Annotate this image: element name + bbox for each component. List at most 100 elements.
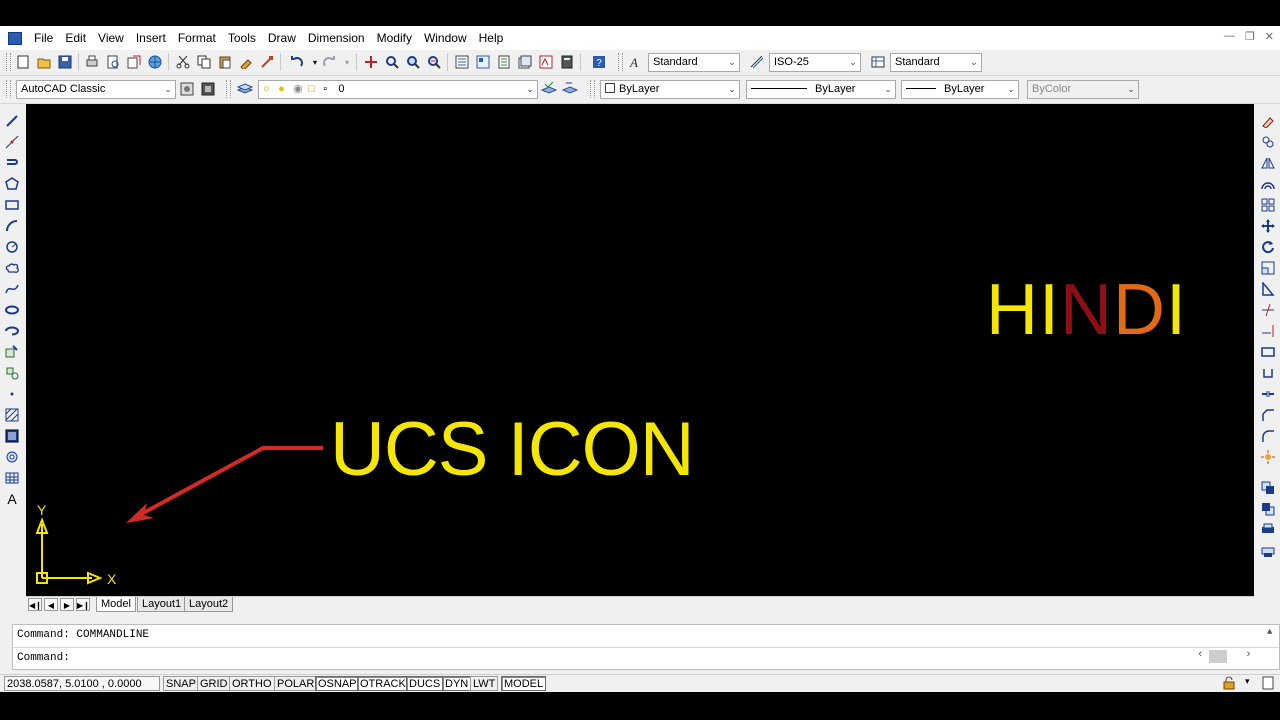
app-icon[interactable] [8,31,22,45]
undo-icon[interactable] [288,53,306,71]
tab-layout2[interactable]: Layout2 [184,597,234,612]
chamfer-icon[interactable] [1259,406,1277,424]
tab-model[interactable]: Model [96,597,136,612]
explode-icon[interactable] [1259,448,1277,466]
circle-icon[interactable] [3,238,21,256]
spline-icon[interactable] [3,280,21,298]
cut-icon[interactable] [174,53,192,71]
publish-web-icon[interactable] [146,53,164,71]
line-icon[interactable] [3,112,21,130]
otrack-toggle[interactable]: OTRACK [357,676,409,691]
break-at-point-icon[interactable] [1259,343,1277,361]
workspace-settings-icon[interactable] [178,80,196,98]
toolbar-grip[interactable] [6,80,11,98]
region-icon[interactable] [3,448,21,466]
lineweight-control-select[interactable]: ByLayer ⌄ [901,80,1019,99]
sheet-set-manager-icon[interactable] [516,53,534,71]
menu-view[interactable]: View [92,26,130,50]
status-menu-icon[interactable]: ▾ [1245,676,1250,687]
osnap-toggle[interactable]: OSNAP [315,676,360,691]
menu-tools[interactable]: Tools [222,26,262,50]
multiline-text-icon[interactable]: A [3,490,21,508]
toolbar-grip[interactable] [590,80,595,98]
scroll-left-icon[interactable]: ‹ [1197,649,1204,661]
grid-toggle[interactable]: GRID [197,676,231,691]
last-tab-icon[interactable]: ▶❙ [76,598,90,611]
menu-modify[interactable]: Modify [371,26,418,50]
menu-draw[interactable]: Draw [262,26,302,50]
construction-line-icon[interactable] [3,133,21,151]
copy-icon[interactable] [195,53,213,71]
save-icon[interactable] [56,53,74,71]
mirror-icon[interactable] [1259,154,1277,172]
my-workspace-icon[interactable] [199,80,217,98]
arc-icon[interactable] [3,217,21,235]
text-style-select[interactable]: Standard ⌄ [648,53,740,72]
rectangle-icon[interactable] [3,196,21,214]
open-icon[interactable] [35,53,53,71]
fillet-icon[interactable] [1259,427,1277,445]
table-style-select[interactable]: Standard ⌄ [890,53,982,72]
new-icon[interactable] [14,53,32,71]
match-properties-icon[interactable] [237,53,255,71]
send-under-objects-icon[interactable] [1259,542,1277,560]
stretch-icon[interactable] [1259,280,1277,298]
zoom-realtime-icon[interactable] [383,53,401,71]
minimize-icon[interactable]: — [1224,30,1235,43]
rotate-icon[interactable] [1259,238,1277,256]
design-center-icon[interactable] [474,53,492,71]
menu-window[interactable]: Window [418,26,473,50]
tool-palettes-icon[interactable] [495,53,513,71]
array-icon[interactable] [1259,196,1277,214]
first-tab-icon[interactable]: ◀❙ [28,598,42,611]
bring-above-objects-icon[interactable] [1259,521,1277,539]
bring-to-front-icon[interactable] [1259,479,1277,497]
make-object-layer-current-icon[interactable] [540,80,558,98]
menu-dimension[interactable]: Dimension [302,26,371,50]
markup-set-manager-icon[interactable] [537,53,555,71]
menu-help[interactable]: Help [473,26,510,50]
scale-icon[interactable] [1259,259,1277,277]
offset-icon[interactable] [1259,175,1277,193]
erase-icon[interactable] [1259,112,1277,130]
dimension-style-icon[interactable] [748,53,766,71]
menu-format[interactable]: Format [172,26,222,50]
command-scrollbar-thumb[interactable] [1209,650,1227,663]
scroll-up-icon[interactable]: ▲ [1267,627,1272,637]
dimension-style-select[interactable]: ISO-25 ⌄ [769,53,861,72]
ducs-toggle[interactable]: DUCS [406,676,444,691]
help-icon[interactable]: ? [590,53,608,71]
pan-realtime-icon[interactable] [362,53,380,71]
table-style-icon[interactable] [869,53,887,71]
break-icon[interactable] [1259,364,1277,382]
properties-icon[interactable] [453,53,471,71]
color-control-select[interactable]: ByLayer ⌄ [600,80,740,99]
redo-icon[interactable] [320,53,338,71]
scroll-right-icon[interactable]: › [1245,649,1252,661]
next-tab-icon[interactable]: ▶ [60,598,74,611]
table-icon[interactable] [3,469,21,487]
trim-icon[interactable] [1259,301,1277,319]
zoom-window-icon[interactable] [404,53,422,71]
text-style-icon[interactable]: A [626,53,644,71]
point-icon[interactable] [3,385,21,403]
toolbar-grip[interactable] [6,53,11,71]
block-editor-icon[interactable] [258,53,276,71]
extend-icon[interactable] [1259,322,1277,340]
move-icon[interactable] [1259,217,1277,235]
ortho-toggle[interactable]: ORTHO [229,676,275,691]
restore-icon[interactable]: ❐ [1245,30,1255,43]
command-input[interactable] [83,650,1187,668]
hatch-icon[interactable] [3,406,21,424]
layer-properties-icon[interactable] [236,80,254,98]
menu-insert[interactable]: Insert [130,26,172,50]
snap-toggle[interactable]: SNAP [163,676,199,691]
lwt-toggle[interactable]: LWT [470,676,499,691]
join-icon[interactable] [1259,385,1277,403]
previous-tab-icon[interactable]: ◀ [44,598,58,611]
menu-file[interactable]: File [28,26,59,50]
close-icon[interactable]: ✕ [1265,30,1274,43]
dyn-toggle[interactable]: DYN [442,676,472,691]
toolbar-grip[interactable] [618,53,623,71]
insert-block-icon[interactable] [3,343,21,361]
